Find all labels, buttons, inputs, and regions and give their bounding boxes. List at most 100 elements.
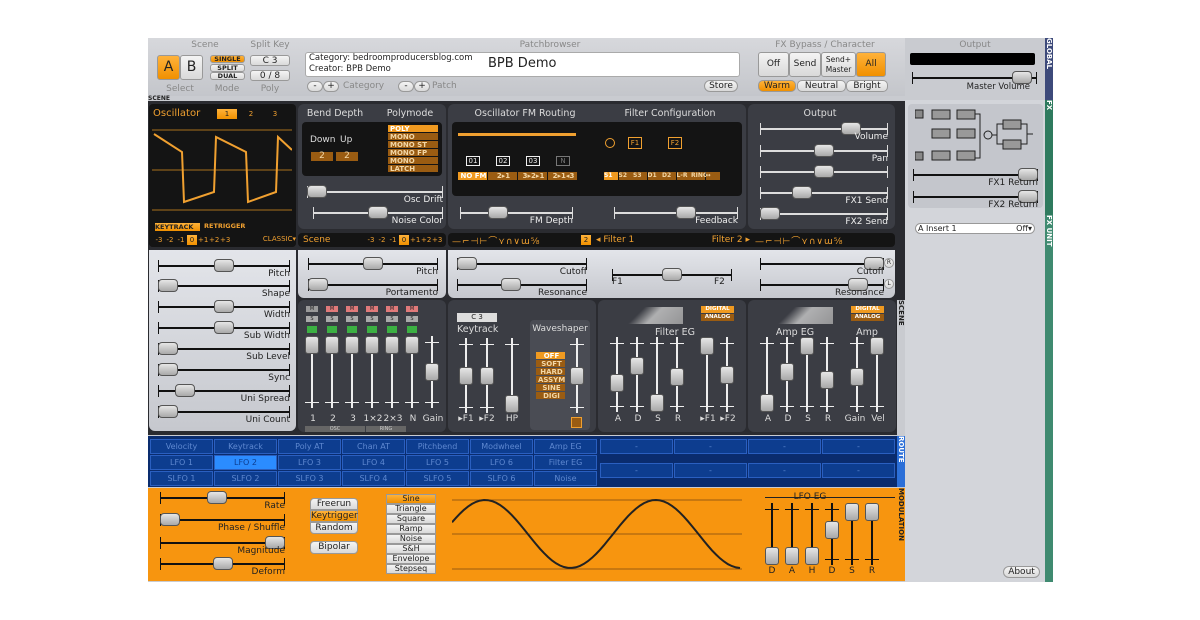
- filter-config-option[interactable]: D2: [662, 172, 676, 180]
- lfo-trigger-freerun[interactable]: Freerun: [310, 498, 358, 510]
- fx-bypass-2[interactable]: Send+ Master: [821, 52, 856, 77]
- filter-eg-0-handle[interactable]: [610, 374, 624, 393]
- lfo-eg-4-handle[interactable]: [845, 503, 859, 521]
- waveshaper-option[interactable]: DIGI: [536, 392, 565, 400]
- mute-button[interactable]: M: [346, 306, 358, 312]
- mode-dual[interactable]: DUAL: [210, 72, 245, 80]
- scene-octave-+2[interactable]: +2: [421, 235, 431, 245]
- amp-eg-0-handle[interactable]: [760, 394, 774, 412]
- mod-source-velocity[interactable]: Velocity: [150, 439, 213, 454]
- amp-eg-5-handle[interactable]: [870, 337, 884, 355]
- mod-source-lfo-1[interactable]: LFO 1: [150, 455, 213, 470]
- waveshaper-option[interactable]: ASSYM: [536, 376, 565, 384]
- output-slider-2-handle[interactable]: [814, 165, 834, 178]
- scene-octave-+3[interactable]: +3: [432, 235, 442, 245]
- keytrack-key-field[interactable]: C 3: [457, 313, 497, 322]
- fx-bypass-3[interactable]: All: [856, 52, 886, 77]
- waveshaper-option[interactable]: SOFT: [536, 360, 565, 368]
- filter-eg-2-handle[interactable]: [650, 394, 664, 412]
- lfo-shape-square[interactable]: Square: [386, 514, 436, 524]
- mixer-1-handle[interactable]: [325, 336, 339, 354]
- mod-slot[interactable]: -: [600, 439, 673, 454]
- solo-button[interactable]: S: [366, 316, 378, 322]
- poly-field[interactable]: 0 / 8: [250, 70, 290, 81]
- lfo-eg-2-handle[interactable]: [805, 547, 819, 565]
- filter-subtype[interactable]: 2: [581, 235, 591, 245]
- osc-drift-track[interactable]: [307, 191, 443, 193]
- osc-tab-3[interactable]: 3: [265, 109, 285, 119]
- patch-prev-button[interactable]: -: [398, 81, 414, 92]
- route-indicator[interactable]: [407, 326, 417, 333]
- lfo-shape-envelope[interactable]: Envelope: [386, 554, 436, 564]
- filter-config-option[interactable]: L-R: [676, 172, 691, 180]
- osc-type-dropdown[interactable]: CLASSIC▾: [252, 235, 296, 247]
- keytrack-2-handle[interactable]: [505, 395, 519, 413]
- filter1-resonance-track[interactable]: [457, 284, 587, 286]
- osc-octave-0[interactable]: 0: [187, 235, 197, 245]
- lfo-trigger-random[interactable]: Random: [310, 522, 358, 534]
- lfo-eg-5-handle[interactable]: [865, 503, 879, 521]
- filter-config-option[interactable]: RING: [691, 172, 708, 180]
- polymode-option[interactable]: LATCH: [388, 165, 438, 173]
- mod-source-modwheel[interactable]: Modwheel: [470, 439, 533, 454]
- waveshaper-option[interactable]: OFF: [536, 352, 565, 360]
- mod-source-keytrack[interactable]: Keytrack: [214, 439, 277, 454]
- mod-source-slfo-2[interactable]: SLFO 2: [214, 471, 277, 486]
- mod-slot[interactable]: -: [822, 439, 895, 454]
- bipolar-button[interactable]: Bipolar: [310, 541, 358, 554]
- mixer-4-handle[interactable]: [385, 336, 399, 354]
- fx-bypass-1[interactable]: Send: [789, 52, 821, 77]
- keytrack-0-handle[interactable]: [459, 366, 473, 385]
- patch-next-button[interactable]: +: [414, 81, 430, 92]
- scene-b-button[interactable]: B: [180, 55, 203, 80]
- amp-eg-mode-analog[interactable]: ANALOG: [851, 314, 884, 321]
- polymode-option[interactable]: MONO: [388, 133, 438, 141]
- osc-octave--1[interactable]: -1: [176, 235, 186, 245]
- solo-button[interactable]: S: [346, 316, 358, 322]
- filter-config-option[interactable]: S3: [633, 172, 647, 180]
- route-indicator[interactable]: [367, 326, 377, 333]
- lfo-shape-stepseq[interactable]: Stepseq: [386, 564, 436, 574]
- filter-config-option[interactable]: D1: [647, 172, 662, 180]
- solo-button[interactable]: S: [386, 316, 398, 322]
- character-bright[interactable]: Bright: [846, 80, 888, 92]
- filter-balance-handle[interactable]: [662, 268, 682, 281]
- mode-split[interactable]: SPLIT: [210, 63, 245, 72]
- waveshaper-option[interactable]: SINE: [536, 384, 565, 392]
- amp-eg-4-handle[interactable]: [850, 368, 864, 387]
- mute-button[interactable]: M: [366, 306, 378, 312]
- filter-eg-mode-analog[interactable]: ANALOG: [701, 314, 734, 321]
- waveshaper-drive-handle[interactable]: [570, 366, 584, 385]
- mod-source-slfo-5[interactable]: SLFO 5: [406, 471, 469, 486]
- lfo-eg-3-handle[interactable]: [825, 520, 839, 539]
- osc-octave--3[interactable]: -3: [154, 235, 164, 245]
- mod-source-pitchbend[interactable]: Pitchbend: [406, 439, 469, 454]
- mod-source-lfo-4[interactable]: LFO 4: [342, 455, 405, 470]
- mute-button[interactable]: M: [326, 306, 338, 312]
- mixer-2-handle[interactable]: [345, 336, 359, 354]
- mod-source-slfo-1[interactable]: SLFO 1: [150, 471, 213, 486]
- filter-eg-4-handle[interactable]: [700, 337, 714, 355]
- mixer-0-handle[interactable]: [305, 336, 319, 354]
- solo-button[interactable]: S: [306, 316, 318, 322]
- mixer-5-handle[interactable]: [405, 336, 419, 354]
- mod-slot[interactable]: -: [748, 439, 821, 454]
- route-indicator[interactable]: [387, 326, 397, 333]
- osc-tab-1[interactable]: 1: [217, 109, 237, 119]
- mod-source-noise[interactable]: Noise: [534, 471, 597, 486]
- amp-eg-mode-digital[interactable]: DIGITAL: [851, 306, 884, 313]
- lfo-eg-1-handle[interactable]: [785, 547, 799, 565]
- category-next-button[interactable]: +: [323, 81, 339, 92]
- filter-config-option[interactable]: ↔: [705, 172, 720, 180]
- lfo-shape-ramp[interactable]: Ramp: [386, 524, 436, 534]
- mixer-3-handle[interactable]: [365, 336, 379, 354]
- fm-depth-track[interactable]: [460, 212, 573, 214]
- fm-option[interactable]: NO FM: [458, 172, 487, 180]
- filter-eg-1-handle[interactable]: [630, 356, 644, 375]
- mod-source-lfo-6[interactable]: LFO 6: [470, 455, 533, 470]
- polymode-option[interactable]: MONO ST+FP: [388, 157, 438, 173]
- output-slider-3-track[interactable]: [760, 192, 888, 194]
- scene-octave--1[interactable]: -1: [388, 235, 398, 245]
- filter-eg-5-handle[interactable]: [720, 365, 734, 384]
- polymode-option[interactable]: MONO FP: [388, 149, 438, 157]
